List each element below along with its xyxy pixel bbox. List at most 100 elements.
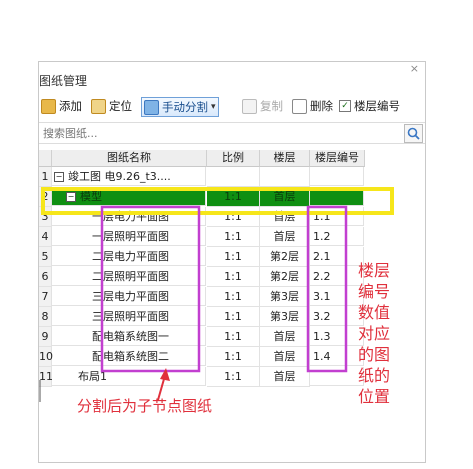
table-row[interactable]: 11 布局1 1:1 首层: [39, 367, 364, 387]
manual-split-button[interactable]: 手动分割 ▾: [141, 97, 219, 117]
drawing-name-cell[interactable]: − 竣工图 电9.26_t3....: [52, 167, 206, 186]
drawing-name-cell[interactable]: 配电箱系统图二: [52, 347, 206, 366]
scale-cell[interactable]: 1:1: [207, 367, 260, 387]
row-number: 10: [39, 347, 53, 367]
scale-column-header[interactable]: 比例: [207, 150, 260, 167]
drawing-name-cell[interactable]: 二层照明平面图: [52, 267, 206, 286]
floor-code-cell[interactable]: [310, 167, 364, 186]
row-number: 7: [39, 287, 52, 307]
delete-file-icon: [292, 98, 307, 114]
row-number: 4: [39, 227, 52, 247]
floor-code-cell[interactable]: 2.1: [310, 247, 364, 266]
scale-cell[interactable]: 1:1: [207, 247, 260, 267]
panel-title-bar: 图纸管理: [39, 70, 425, 90]
floor-code-cell[interactable]: 1.3: [310, 327, 364, 346]
search-input[interactable]: [41, 125, 385, 141]
floor-code-cell[interactable]: 1.2: [310, 227, 364, 246]
floor-cell[interactable]: 首层: [260, 187, 310, 207]
search-button[interactable]: [404, 124, 423, 143]
search-bar: [39, 122, 425, 144]
floor-cell[interactable]: 第2层: [260, 267, 310, 287]
drawing-name-label: 一层照明平面图: [92, 230, 169, 243]
table-row[interactable]: 4 一层照明平面图 1:1 首层 1.2: [39, 227, 364, 247]
add-file-icon: [41, 98, 56, 114]
scale-cell[interactable]: 1:1: [207, 347, 260, 367]
table-row[interactable]: 9 配电箱系统图一 1:1 首层 1.3: [39, 327, 364, 347]
drawing-name-label: 布局1: [78, 370, 107, 383]
table-row[interactable]: 3 一层电力平面图 1:1 首层 1.1: [39, 207, 364, 227]
drawing-name-label: 配电箱系统图一: [92, 330, 169, 343]
row-number-header: [39, 150, 52, 167]
drawing-name-label: 三层电力平面图: [92, 290, 169, 303]
floor-code-cell[interactable]: 3.2: [310, 307, 364, 326]
scale-cell[interactable]: 1:1: [207, 227, 260, 247]
checkbox-icon[interactable]: ✓: [339, 100, 351, 112]
floor-cell[interactable]: 第2层: [260, 247, 310, 267]
add-button[interactable]: 添加: [41, 97, 82, 115]
floor-code-toggle[interactable]: ✓ 楼层编号: [339, 97, 400, 115]
table-row[interactable]: 8 三层照明平面图 1:1 第3层 3.2: [39, 307, 364, 327]
scale-cell[interactable]: 1:1: [207, 287, 260, 307]
drawing-name-label: 二层电力平面图: [92, 250, 169, 263]
row-number: 5: [39, 247, 52, 267]
drawing-name-cell[interactable]: 三层照明平面图: [52, 307, 206, 326]
add-label: 添加: [59, 99, 82, 113]
drawing-name-cell[interactable]: 三层电力平面图: [52, 287, 206, 306]
row-number: 2: [39, 187, 52, 207]
drawing-name-cell[interactable]: 一层照明平面图: [52, 227, 206, 246]
split-label: 手动分割: [162, 100, 208, 114]
row-number: 11: [39, 367, 53, 387]
table-row[interactable]: 10 配电箱系统图二 1:1 首层 1.4: [39, 347, 364, 367]
floor-cell[interactable]: 首层: [260, 367, 310, 387]
floor-code-cell[interactable]: 1.1: [310, 207, 364, 226]
row-number: 1: [39, 167, 52, 187]
table-row[interactable]: 6 二层照明平面图 1:1 第2层 2.2: [39, 267, 364, 287]
table-row[interactable]: 5 二层电力平面图 1:1 第2层 2.1: [39, 247, 364, 267]
scale-cell[interactable]: 1:1: [207, 307, 260, 327]
floor-cell[interactable]: 首层: [260, 347, 310, 367]
row-number: 6: [39, 267, 52, 287]
floor-cell[interactable]: 首层: [260, 327, 310, 347]
floor-cell[interactable]: 第3层: [260, 307, 310, 327]
drawing-name-label: 二层照明平面图: [92, 270, 169, 283]
scale-cell[interactable]: 1:1: [207, 187, 260, 207]
floor-code-cell[interactable]: 1.4: [310, 347, 364, 366]
locate-label: 定位: [109, 99, 132, 113]
search-icon: [407, 127, 420, 140]
scale-cell[interactable]: [207, 167, 260, 187]
table-row[interactable]: 1− 竣工图 电9.26_t3....: [39, 167, 364, 187]
scale-cell[interactable]: 1:1: [207, 207, 260, 227]
floor-code-label: 楼层编号: [354, 99, 400, 113]
locate-button[interactable]: 定位: [91, 97, 132, 115]
drawing-name-cell[interactable]: 二层电力平面图: [52, 247, 206, 266]
floor-cell[interactable]: [260, 167, 310, 187]
name-column-header[interactable]: 图纸名称: [52, 150, 207, 167]
floor-cell[interactable]: 首层: [260, 227, 310, 247]
floor-code-cell[interactable]: [310, 367, 364, 386]
scale-cell[interactable]: 1:1: [207, 327, 260, 347]
drawing-name-cell[interactable]: 布局1: [52, 367, 206, 386]
delete-button[interactable]: 删除: [292, 97, 333, 115]
drawing-name-label: 配电箱系统图二: [92, 350, 169, 363]
chevron-down-icon[interactable]: ▾: [211, 102, 216, 112]
table-row[interactable]: 2− 模型 1:1 首层: [39, 187, 364, 207]
drawing-name-cell[interactable]: − 模型: [52, 187, 206, 206]
floor-cell[interactable]: 首层: [260, 207, 310, 227]
toolbar: 添加 定位 手动分割 ▾ 复制 删除 ✓ 楼层编号: [39, 94, 425, 118]
split-icon: [144, 99, 159, 115]
scale-cell[interactable]: 1:1: [207, 267, 260, 287]
floor-code-cell[interactable]: [310, 187, 364, 206]
table-row[interactable]: 7 三层电力平面图 1:1 第3层 3.1: [39, 287, 364, 307]
drawing-name-label: 竣工图 电9.26_t3....: [68, 170, 171, 183]
floor-code-cell[interactable]: 3.1: [310, 287, 364, 306]
drawing-name-cell[interactable]: 配电箱系统图一: [52, 327, 206, 346]
floor-cell[interactable]: 第3层: [260, 287, 310, 307]
floor-code-cell[interactable]: 2.2: [310, 267, 364, 286]
tree-collapse-icon[interactable]: −: [54, 172, 64, 182]
floor-column-header[interactable]: 楼层: [260, 150, 310, 167]
panel-title: 图纸管理: [39, 74, 88, 88]
floor-code-column-header[interactable]: 楼层编号: [310, 150, 365, 167]
copy-button[interactable]: 复制: [242, 97, 283, 115]
drawing-name-cell[interactable]: 一层电力平面图: [52, 207, 206, 226]
tree-collapse-icon[interactable]: −: [66, 192, 76, 202]
